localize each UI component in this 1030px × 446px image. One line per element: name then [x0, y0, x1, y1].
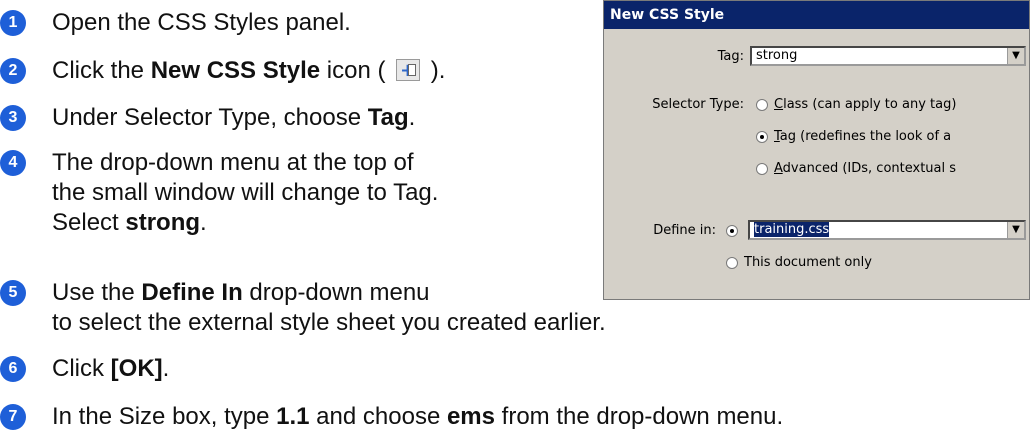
step-1-text: Open the CSS Styles panel. [52, 9, 351, 36]
define-document-label[interactable]: This document only [744, 255, 872, 270]
selector-type-label: Selector Type: [652, 97, 744, 112]
step-4-text: The drop-down menu at the top of the sma… [52, 149, 439, 236]
step-number-6: 6 [0, 356, 26, 382]
step-1: 1 Open the CSS Styles panel. [0, 8, 351, 38]
radio-define-external[interactable] [726, 225, 738, 237]
step-number-1: 1 [0, 10, 26, 36]
radio-advanced-label[interactable]: Advanced (IDs, contextual s [774, 161, 956, 176]
step-5: 5 Use the Define In drop-down menu to se… [0, 278, 606, 338]
step-7: 7 In the Size box, type 1.1 and choose e… [0, 402, 783, 432]
step-number-7: 7 [0, 404, 26, 430]
new-css-style-dialog: New CSS Style Tag: strong ▼ Selector Typ… [603, 0, 1030, 300]
step-6: 6 Click [OK]. [0, 354, 169, 384]
step-number-2: 2 [0, 58, 26, 84]
step-6-text: Click [OK]. [52, 355, 170, 382]
tag-label: Tag: [717, 49, 744, 64]
radio-tag[interactable] [756, 131, 768, 143]
step-3: 3 Under Selector Type, choose Tag. [0, 103, 415, 133]
dialog-title: New CSS Style [604, 1, 1029, 29]
step-number-5: 5 [0, 280, 26, 306]
radio-define-document[interactable] [726, 257, 738, 269]
step-3-text: Under Selector Type, choose Tag. [52, 104, 416, 131]
chevron-down-icon[interactable]: ▼ [1007, 48, 1024, 64]
chevron-down-icon[interactable]: ▼ [1007, 222, 1024, 238]
define-in-label: Define in: [653, 223, 716, 238]
radio-tag-label[interactable]: Tag (redefines the look of a [774, 129, 951, 144]
radio-class-label[interactable]: Class (can apply to any tag) [774, 97, 956, 112]
step-5-text: Use the Define In drop-down menu to sele… [52, 279, 606, 336]
step-number-4: 4 [0, 150, 26, 176]
new-css-style-icon [396, 56, 421, 86]
step-2-text: Click the New CSS Style icon ( ). [52, 56, 445, 86]
step-7-text: In the Size box, type 1.1 and choose ems… [52, 403, 784, 430]
step-number-3: 3 [0, 105, 26, 131]
step-4: 4 The drop-down menu at the top of the s… [0, 148, 438, 238]
tag-select[interactable]: strong ▼ [750, 46, 1026, 66]
define-in-select[interactable]: training.css ▼ [748, 220, 1026, 240]
radio-class[interactable] [756, 99, 768, 111]
step-2: 2 Click the New CSS Style icon ( ). [0, 56, 445, 86]
radio-advanced[interactable] [756, 163, 768, 175]
